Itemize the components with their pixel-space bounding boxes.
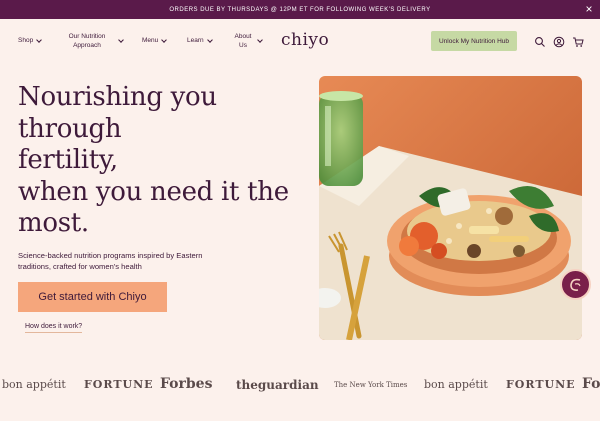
press-logos-strip: bon appétit FORTUNE Forbes theguardian T…	[0, 372, 600, 398]
press-logo-new-york-times: The New York Times	[334, 381, 408, 389]
press-logo-forbes: Fo	[582, 376, 600, 392]
press-logo-bon-appetit: bon appétit	[2, 378, 66, 391]
hero-food-image	[319, 76, 582, 340]
hero-title-line: when you need it the	[18, 176, 289, 207]
nav-item-our-nutrition-approach[interactable]: Our Nutrition Approach	[67, 32, 124, 50]
chevron-down-icon	[118, 37, 124, 43]
chevron-down-icon	[206, 36, 213, 43]
announcement-bar: ORDERS DUE BY THURSDAYS @ 12PM ET FOR FO…	[0, 0, 600, 19]
hero-subtitle: Science-backed nutrition programs inspir…	[18, 251, 203, 271]
hero-title-line: through	[18, 113, 122, 144]
hero-title-line: fertility,	[18, 145, 118, 175]
brand-logo[interactable]: chiyo	[281, 30, 329, 50]
nav-item-label: Menu	[142, 37, 159, 44]
close-icon[interactable]: ×	[585, 3, 593, 15]
search-icon[interactable]	[534, 35, 546, 47]
chevron-down-icon	[161, 36, 168, 43]
press-logo-the-guardian: theguardian	[236, 378, 319, 392]
how-it-works-link[interactable]: How does it work?	[25, 323, 83, 333]
press-logo-bon-appetit: bon appétit	[424, 378, 488, 391]
chevron-down-icon	[257, 37, 263, 43]
account-icon[interactable]	[553, 35, 565, 48]
nav-item-about-us[interactable]: About Us	[232, 32, 263, 50]
main-nav: Shop Our Nutrition Approach Menu Learn A…	[0, 19, 600, 63]
chevron-down-icon	[36, 36, 43, 43]
nav-item-learn[interactable]: Learn	[187, 36, 213, 44]
nav-item-label: Our Nutrition Approach	[68, 33, 106, 49]
press-logo-fortune: FORTUNE	[506, 378, 576, 391]
nav-item-shop[interactable]: Shop	[18, 36, 43, 44]
announcement-text: ORDERS DUE BY THURSDAYS @ 12PM ET FOR FO…	[169, 6, 431, 13]
chat-badge-icon[interactable]	[560, 269, 591, 300]
hero-title: Nourishing you through fertility, when y…	[18, 82, 308, 240]
nav-item-label: Learn	[187, 37, 204, 44]
nav-item-label: About Us	[234, 33, 252, 49]
get-started-button[interactable]: Get started with Chiyo	[18, 282, 167, 312]
hero-title-line: Nourishing you	[18, 82, 217, 112]
press-logo-forbes: Forbes	[160, 376, 213, 392]
cart-icon[interactable]	[572, 35, 584, 47]
nav-item-menu[interactable]: Menu	[142, 36, 168, 44]
press-logo-fortune: FORTUNE	[84, 378, 154, 391]
hero-title-line: most.	[18, 208, 89, 238]
nav-item-label: Shop	[18, 37, 34, 44]
unlock-nutrition-hub-button[interactable]: Unlock My Nutrition Hub	[431, 31, 517, 51]
